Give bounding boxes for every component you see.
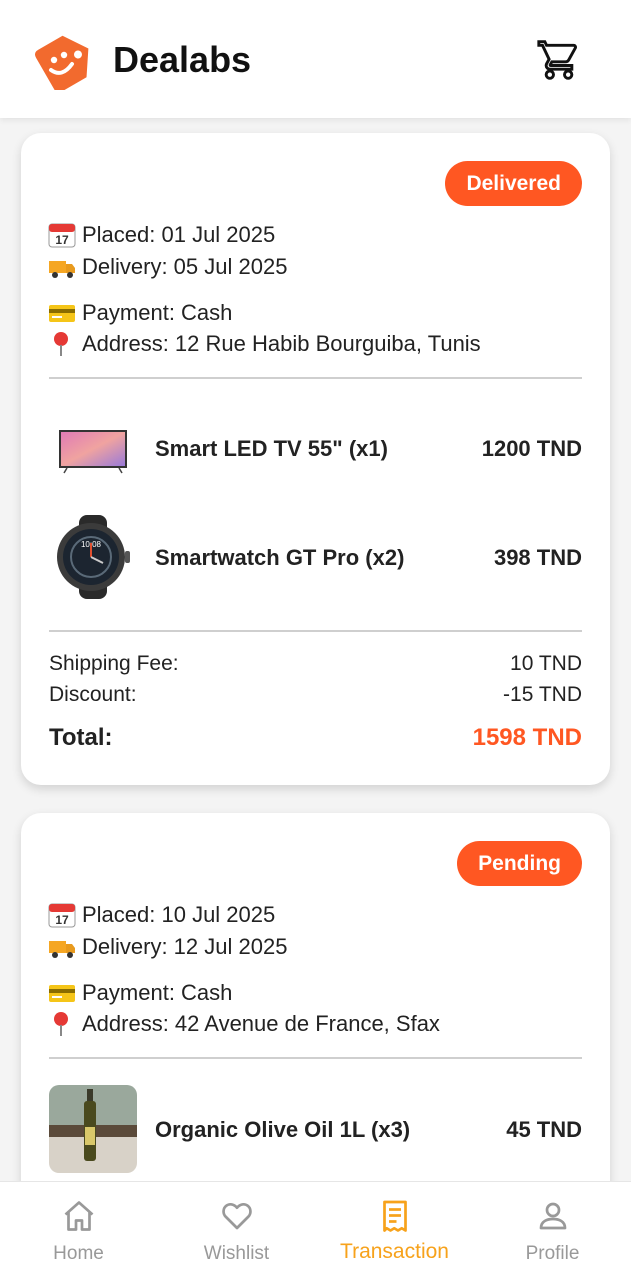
status-badge: Pending — [457, 841, 582, 886]
pin-icon — [48, 1011, 76, 1037]
nav-label: Home — [53, 1243, 104, 1264]
order-item[interactable]: Smart LED TV 55" (x1) 1200 TND — [49, 404, 582, 494]
item-name: Organic Olive Oil 1L (x3) — [155, 1117, 411, 1142]
payment-method: Payment: Cash — [82, 300, 233, 325]
delivery-date-row: Delivery: 05 Jul 2025 — [48, 254, 287, 280]
payment-row: Payment: Cash — [48, 980, 232, 1006]
item-price: 1200 TND — [481, 436, 582, 461]
receipt-icon — [382, 1200, 407, 1232]
delivery-date-row: Delivery: 12 Jul 2025 — [48, 934, 287, 960]
placed-date: Placed: 01 Jul 2025 — [82, 222, 276, 247]
divider — [49, 1057, 582, 1059]
delivery-date: Delivery: 05 Jul 2025 — [82, 254, 288, 279]
total-value: 1598 TND — [472, 724, 582, 751]
bottom-nav: Home Wishlist Transaction Profile — [0, 1181, 631, 1280]
divider — [49, 377, 582, 379]
total-label: Total: — [49, 724, 113, 751]
order-item[interactable]: 10:08 Smartwatch GT Pro (x2) 398 TND — [49, 513, 582, 603]
home-icon — [64, 1201, 93, 1231]
address: Address: 42 Avenue de France, Sfax — [82, 1011, 440, 1036]
shipping-fee-value: 10 TND — [510, 652, 582, 675]
nav-label: Wishlist — [203, 1243, 270, 1264]
placed-date-row: 17 Placed: 10 Jul 2025 — [48, 902, 275, 928]
logo-icon — [34, 35, 89, 90]
discount-value: -15 TND — [503, 683, 582, 706]
svg-text:17: 17 — [55, 233, 69, 247]
item-price: 45 TND — [506, 1117, 582, 1142]
calendar-icon: 17 — [48, 902, 76, 928]
payment-method: Payment: Cash — [82, 980, 233, 1005]
cart-icon[interactable] — [537, 38, 581, 82]
address-row: Address: 42 Avenue de France, Sfax — [48, 1011, 440, 1037]
order-item[interactable]: Organic Olive Oil 1L (x3) 45 TND — [49, 1085, 582, 1175]
order-card[interactable]: Pending 17 Placed: 10 Jul 2025 Delivery:… — [21, 813, 610, 1181]
heart-icon — [221, 1202, 252, 1230]
placed-date: Placed: 10 Jul 2025 — [82, 902, 276, 927]
nav-wishlist[interactable]: Wishlist — [158, 1182, 315, 1280]
tv-image — [49, 404, 137, 492]
person-icon — [539, 1202, 566, 1230]
divider — [49, 630, 582, 632]
placed-date-row: 17 Placed: 01 Jul 2025 — [48, 222, 275, 248]
nav-label: Transaction — [340, 1240, 449, 1263]
item-name: Smartwatch GT Pro (x2) — [155, 545, 405, 570]
smartwatch-image: 10:08 — [49, 513, 137, 601]
app-title: Dealabs — [113, 39, 252, 80]
olive-oil-image — [49, 1085, 137, 1173]
payment-row: Payment: Cash — [48, 300, 232, 326]
address-row: Address: 12 Rue Habib Bourguiba, Tunis — [48, 331, 481, 357]
nav-transaction[interactable]: Transaction — [316, 1182, 473, 1280]
truck-icon — [48, 254, 76, 280]
delivery-date: Delivery: 12 Jul 2025 — [82, 934, 288, 959]
discount-label: Discount: — [49, 683, 137, 706]
pin-icon — [48, 331, 76, 357]
shipping-fee-label: Shipping Fee: — [49, 652, 179, 675]
calendar-icon: 17 — [48, 222, 76, 248]
nav-home[interactable]: Home — [0, 1182, 157, 1280]
credit-card-icon — [48, 300, 76, 326]
status-badge: Delivered — [445, 161, 582, 206]
nav-label: Profile — [525, 1243, 580, 1264]
orders-list[interactable]: Delivered 17 Placed: 01 Jul 2025 Deliver… — [0, 118, 631, 1181]
nav-profile[interactable]: Profile — [474, 1182, 631, 1280]
address: Address: 12 Rue Habib Bourguiba, Tunis — [82, 331, 481, 356]
svg-text:17: 17 — [55, 913, 69, 927]
app-bar: Dealabs — [0, 0, 631, 118]
truck-icon — [48, 934, 76, 960]
credit-card-icon — [48, 980, 76, 1006]
item-name: Smart LED TV 55" (x1) — [155, 436, 388, 461]
order-card[interactable]: Delivered 17 Placed: 01 Jul 2025 Deliver… — [21, 133, 610, 785]
item-price: 398 TND — [493, 545, 582, 570]
